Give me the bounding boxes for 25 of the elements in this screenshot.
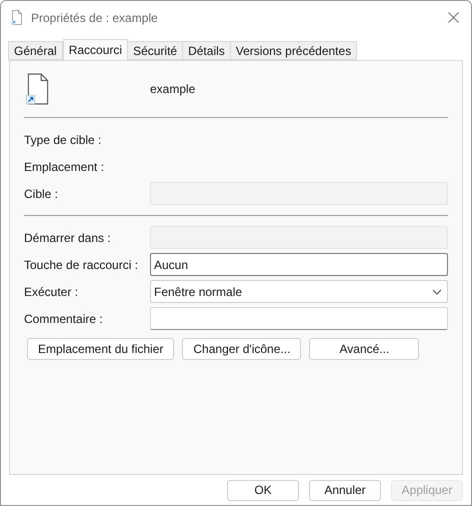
tab[interactable]: Détails: [182, 41, 231, 60]
field-label: Touche de raccourci :: [24, 256, 140, 274]
field-label: Cible :: [24, 186, 60, 202]
dropdown[interactable]: Fenêtre normale: [150, 280, 448, 303]
tab[interactable]: Général: [8, 41, 63, 60]
dialog-button[interactable]: OK: [227, 480, 299, 500]
text-field[interactable]: Aucun: [150, 253, 448, 276]
tab[interactable]: Raccourci: [62, 39, 128, 61]
shortcut-file-icon: [11, 10, 23, 25]
field-label: Démarrer dans :: [24, 230, 112, 246]
field-label: Commentaire :: [24, 310, 104, 328]
field-label: Type de cible :: [24, 132, 102, 148]
tab[interactable]: Versions précédentes: [230, 41, 358, 60]
field-label: Emplacement :: [24, 158, 106, 176]
file-name: example: [150, 81, 196, 98]
window-title: Propriétés de : example: [31, 10, 159, 26]
dialog-button[interactable]: Annuler: [309, 480, 381, 500]
action-button[interactable]: Emplacement du fichier: [27, 338, 174, 360]
text-field[interactable]: [150, 307, 448, 330]
action-button[interactable]: Avancé...: [309, 338, 420, 360]
tab[interactable]: Sécurité: [127, 41, 184, 60]
field-label: Exécuter :: [24, 284, 80, 300]
chevron-down-icon: [432, 288, 442, 294]
close-icon[interactable]: [448, 12, 459, 23]
action-button[interactable]: Changer d'icône...: [182, 338, 302, 360]
